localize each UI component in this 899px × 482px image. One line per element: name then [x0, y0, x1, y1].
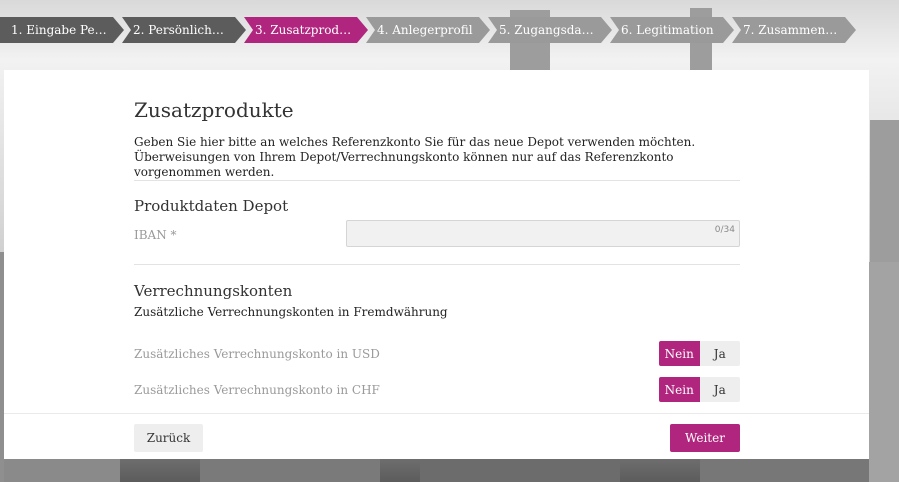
iban-char-counter: 0/34 [714, 225, 735, 235]
intro-text: Geben Sie hier bitte an welches Referenz… [134, 135, 696, 179]
step-label: 4. Anlegerprofil [377, 23, 473, 37]
step-label: 2. Persönliche D... [133, 23, 244, 37]
usd-no-option[interactable]: Nein [659, 341, 700, 366]
step-1[interactable]: 1. Eingabe Persö... [0, 17, 124, 43]
chf-account-label: Zusätzliches Verrechnungskonto in CHF [134, 383, 380, 397]
step-5: 5. Zugangsdaten [488, 17, 612, 43]
progress-stepper: 1. Eingabe Persö... 2. Persönliche D... … [0, 17, 899, 43]
step-label: 3. Zusatzprodukte [255, 23, 367, 37]
chf-no-option[interactable]: Nein [659, 377, 700, 402]
page-title: Zusatzprodukte [134, 98, 294, 122]
usd-account-label: Zusätzliches Verrechnungskonto in USD [134, 347, 380, 361]
step-6: 6. Legitimation [610, 17, 734, 43]
step-label: 6. Legitimation [621, 23, 714, 37]
step-label: 7. Zusammenfass... [743, 23, 856, 37]
step-7: 7. Zusammenfass... [732, 17, 856, 43]
iban-input[interactable] [347, 221, 739, 246]
next-button[interactable]: Weiter [670, 424, 740, 452]
form-card: Zusatzprodukte Geben Sie hier bitte an w… [4, 70, 869, 459]
iban-field-wrapper: 0/34 [346, 220, 740, 247]
footer-divider [4, 413, 869, 414]
accounts-section-title: Verrechnungskonten [134, 282, 293, 300]
usd-yes-option[interactable]: Ja [699, 341, 740, 366]
chf-yes-option[interactable]: Ja [699, 377, 740, 402]
back-button[interactable]: Zurück [134, 424, 203, 452]
chf-account-toggle: Nein Ja [659, 377, 740, 402]
usd-account-toggle: Nein Ja [659, 341, 740, 366]
step-label: 5. Zugangsdaten [499, 23, 602, 37]
divider [134, 180, 740, 181]
iban-label: IBAN * [134, 228, 177, 242]
step-4: 4. Anlegerprofil [366, 17, 490, 43]
depot-section-title: Produktdaten Depot [134, 197, 289, 215]
step-2[interactable]: 2. Persönliche D... [122, 17, 246, 43]
step-label: 1. Eingabe Persö... [11, 23, 124, 37]
step-3[interactable]: 3. Zusatzprodukte [244, 17, 368, 43]
divider [134, 264, 740, 265]
accounts-subheading: Zusätzliche Verrechnungskonten in Fremdw… [134, 305, 448, 319]
